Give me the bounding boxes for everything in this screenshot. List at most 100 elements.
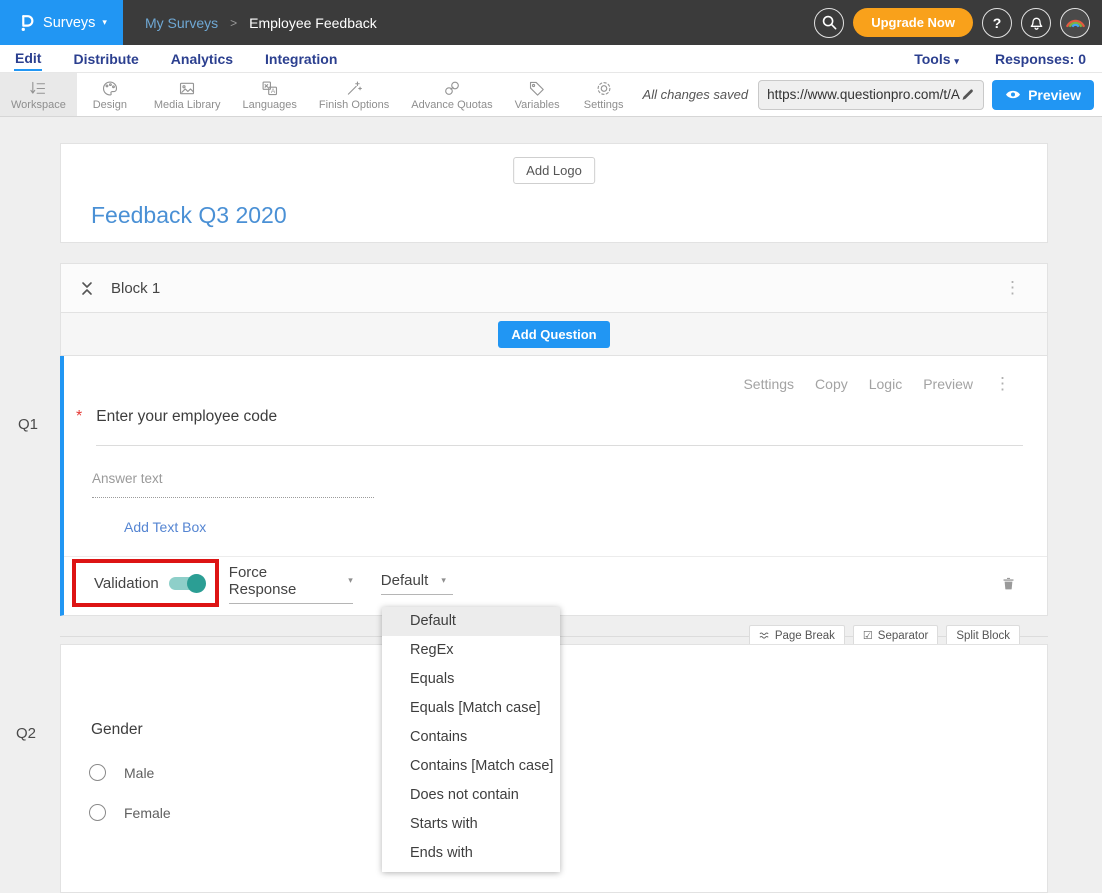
separator-button[interactable]: ☑ Separator [853,625,938,646]
menu-item-ends-with[interactable]: Ends with [382,839,560,868]
block-title[interactable]: Block 1 [111,280,160,297]
question-text[interactable]: Enter your employee code [96,408,1023,446]
toolbar-item-design[interactable]: Design [77,73,143,116]
tab-integration[interactable]: Integration [264,48,338,70]
question-number-q1: Q1 [18,416,38,433]
survey-header-card: Add Logo Feedback Q3 2020 [60,143,1048,243]
radio-button-icon [89,804,106,821]
editor-content: Add Logo Feedback Q3 2020 Block 1 ⋮ Add … [0,117,1102,893]
checkbox-icon: ☑ [863,629,873,642]
user-avatar[interactable] [1060,8,1090,38]
upgrade-now-button[interactable]: Upgrade Now [853,8,973,37]
tab-edit[interactable]: Edit [14,47,42,71]
question-actions: Settings Copy Logic Preview ⋮ [64,356,1047,394]
tab-distribute[interactable]: Distribute [72,48,139,70]
tab-analytics[interactable]: Analytics [170,48,234,70]
questionpro-logo-icon [16,12,36,34]
product-switcher[interactable]: Surveys ▾ [0,0,123,45]
chevron-down-icon: ▾ [954,56,959,66]
toggle-knob [187,574,206,593]
bell-icon [1028,14,1045,31]
question-logic-link[interactable]: Logic [869,376,902,392]
edit-url-pencil-icon[interactable] [960,87,975,102]
topbar-actions: Upgrade Now ? [814,8,1102,38]
avatar-rainbow-icon [1062,9,1089,36]
split-block-button[interactable]: Split Block [946,625,1020,646]
menu-item-starts-with[interactable]: Starts with [382,810,560,839]
answer-option-male[interactable]: Male [89,764,1047,781]
survey-nav-tabs: Edit Distribute Analytics Integration To… [0,45,1102,73]
variables-icon [527,79,547,98]
toolbar-item-finish-options[interactable]: Finish Options [308,73,400,116]
toolbar-item-settings[interactable]: Settings [571,73,637,116]
top-header-bar: Surveys ▾ My Surveys > Employee Feedback… [0,0,1102,45]
languages-icon: A [260,79,280,98]
question-number-q2: Q2 [16,725,36,742]
tools-menu[interactable]: Tools ▾ [914,51,959,67]
survey-url-input[interactable] [767,87,960,102]
menu-item-contains-match-case[interactable]: Contains [Match case] [382,752,560,781]
add-question-row: Add Question [60,313,1048,356]
validation-type-dropdown[interactable]: Default ▾ [381,572,453,595]
toolbar-item-advance-quotas[interactable]: Advance Quotas [400,73,503,116]
question-copy-link[interactable]: Copy [815,376,848,392]
breadcrumb-current-survey: Employee Feedback [249,15,377,31]
eye-icon [1005,89,1021,100]
settings-icon [594,79,614,98]
add-logo-button[interactable]: Add Logo [513,157,595,184]
media-library-icon [177,79,197,98]
search-button[interactable] [814,8,844,38]
survey-url-box [758,80,984,110]
menu-item-contains[interactable]: Contains [382,723,560,752]
toolbar-right: All changes saved Preview [643,73,1102,116]
menu-item-regex[interactable]: RegEx [382,636,560,665]
required-asterisk: * [76,408,82,426]
search-icon [821,14,838,31]
question-settings-link[interactable]: Settings [743,376,794,392]
question-menu-icon[interactable]: ⋮ [994,374,1011,394]
menu-item-does-not-contain[interactable]: Does not contain [382,781,560,810]
trash-icon [1000,575,1017,593]
block-tools: Page Break ☑ Separator Split Block [749,625,1020,646]
tabbar-right: Tools ▾ Responses: 0 [914,51,1090,67]
collapse-block-icon[interactable] [80,280,94,297]
menu-item-default[interactable]: Default [382,607,560,636]
notifications-button[interactable] [1021,8,1051,38]
editor-toolbar: Workspace Design Media Library A Languag… [0,73,1102,117]
help-button[interactable]: ? [982,8,1012,38]
breadcrumb-separator-icon: > [230,16,237,30]
toolbar-item-workspace[interactable]: Workspace [0,73,77,116]
add-text-box-link[interactable]: Add Text Box [124,519,206,535]
menu-item-equals-match-case[interactable]: Equals [Match case] [382,694,560,723]
force-response-dropdown[interactable]: Force Response ▾ [229,564,353,604]
validation-type-menu: Default RegEx Equals Equals [Match case]… [382,607,560,872]
toolbar-item-media-library[interactable]: Media Library [143,73,232,116]
validation-label: Validation [94,575,159,592]
page-break-icon [759,630,770,641]
responses-count[interactable]: Responses: 0 [995,51,1086,67]
breadcrumb-my-surveys[interactable]: My Surveys [145,15,218,31]
breadcrumb: My Surveys > Employee Feedback [145,15,377,31]
delete-question-button[interactable] [1000,575,1017,593]
question-mark-icon: ? [993,15,1002,31]
survey-title[interactable]: Feedback Q3 2020 [91,202,287,229]
question-preview-link[interactable]: Preview [923,376,973,392]
survey-editor-page: Surveys ▾ My Surveys > Employee Feedback… [0,0,1102,893]
toolbar-item-variables[interactable]: Variables [504,73,571,116]
menu-item-equals[interactable]: Equals [382,665,560,694]
svg-text:A: A [271,88,276,95]
preview-button[interactable]: Preview [992,80,1094,110]
finish-options-icon [344,79,364,98]
advance-quotas-icon [442,79,462,98]
toolbar-item-languages[interactable]: A Languages [231,73,307,116]
chevron-down-icon: ▾ [102,17,107,28]
page-break-button[interactable]: Page Break [749,625,845,646]
validation-row: Validation Force Response ▾ Default ▾ [64,556,1047,610]
answer-option-female[interactable]: Female [89,804,1047,821]
add-question-button[interactable]: Add Question [498,321,609,348]
chevron-down-icon: ▾ [441,575,446,586]
answer-text-field[interactable]: Answer text [92,471,374,498]
block-header: Block 1 ⋮ [60,263,1048,313]
block-menu-icon[interactable]: ⋮ [1004,278,1021,298]
validation-toggle[interactable] [169,577,205,590]
